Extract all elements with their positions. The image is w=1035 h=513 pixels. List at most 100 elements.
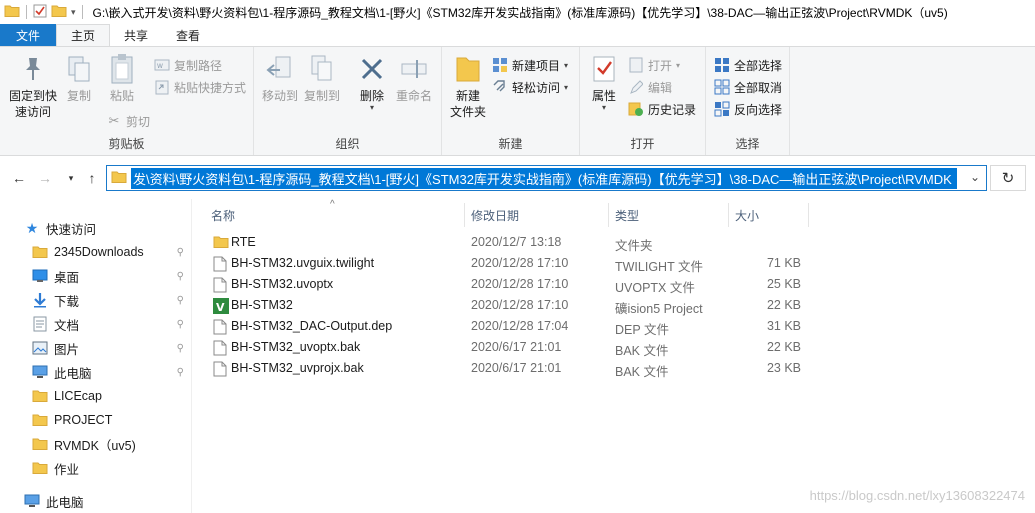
- nav-item-label: 图片: [54, 342, 80, 357]
- select-none-label: 全部取消: [734, 80, 783, 95]
- copy-path-button[interactable]: W 复制路径: [154, 55, 222, 75]
- chevron-down-icon: ▾: [676, 60, 681, 70]
- paste-shortcut-label: 粘贴快捷方式: [174, 80, 247, 95]
- invert-selection-button[interactable]: 反向选择: [714, 99, 782, 119]
- easy-access-button[interactable]: 轻松访问 ▾: [492, 77, 568, 97]
- paste-shortcut-button[interactable]: 粘贴快捷方式: [154, 77, 246, 97]
- file-row[interactable]: BH-STM32.uvoptx 2020/12/28 17:10 UVOPTX 文件…: [205, 275, 825, 296]
- tab-file[interactable]: 文件: [0, 24, 57, 46]
- forward-arrow-icon[interactable]: →: [36, 169, 54, 187]
- select-none-button[interactable]: 全部取消: [714, 77, 782, 97]
- navigation-pane: ★ 快速访问 2345Downloads ⚲ 桌面 ⚲ 下载 ⚲ 文档 ⚲ 图片 ⚲ 此电脑 ⚲ LIC…: [0, 199, 192, 513]
- clipboard-group-label: 剪贴板: [108, 137, 145, 151]
- nav-item-label: 桌面: [54, 270, 80, 285]
- chevron-down-icon[interactable]: ⌄: [970, 170, 980, 184]
- file-name: RTE: [231, 235, 256, 249]
- address-path[interactable]: 发\资料\野火资料包\1-程序源码_教程文档\1-[野火]《STM32库开发实战…: [131, 167, 957, 189]
- pin-quick-access-button[interactable]: 固定到快 速访问: [6, 53, 60, 120]
- select-group-label: 选择: [735, 137, 760, 151]
- pin-label: 固定到快 速访问: [8, 89, 57, 119]
- cut-button[interactable]: ✂ 剪切: [106, 111, 150, 131]
- chevron-down-icon[interactable]: ▾: [71, 7, 76, 18]
- file-size: 22 KB: [766, 340, 801, 354]
- nav-quick-access[interactable]: ★ 快速访问: [24, 216, 214, 240]
- tab-share[interactable]: 共享: [110, 24, 162, 46]
- history-button[interactable]: 历史记录: [628, 99, 696, 119]
- cut-label: 剪切: [126, 114, 151, 129]
- copy-to-label: 复制到: [303, 89, 340, 103]
- file-type: UVOPTX 文件: [615, 281, 695, 295]
- divider: [26, 5, 27, 19]
- nav-item-label: PROJECT: [54, 413, 113, 427]
- tab-home[interactable]: 主页: [56, 24, 111, 46]
- rename-button[interactable]: 重命名: [394, 53, 434, 104]
- chevron-down-icon: ▾: [369, 103, 374, 112]
- pin-icon[interactable]: ⚲: [177, 319, 184, 330]
- delete-button[interactable]: 删除 ▾: [354, 53, 390, 112]
- desktop-icon: [32, 268, 48, 284]
- chevron-down-icon: ▾: [564, 82, 569, 92]
- edit-icon: [628, 79, 644, 95]
- copy-to-button[interactable]: 复制到: [302, 53, 342, 104]
- pin-icon[interactable]: ⚲: [177, 343, 184, 354]
- nav-this-pc[interactable]: 此电脑: [24, 489, 214, 513]
- pin-icon[interactable]: ⚲: [177, 367, 184, 378]
- column-header-name[interactable]: 名称: [205, 203, 465, 227]
- picture-icon: [32, 340, 48, 356]
- column-header-size[interactable]: 大小: [729, 203, 809, 227]
- file-type: BAK 文件: [615, 344, 669, 358]
- svg-text:V: V: [216, 301, 225, 314]
- new-folder-button[interactable]: 新建 文件夹: [448, 53, 488, 120]
- file-name: BH-STM32: [231, 298, 293, 312]
- history-icon: [628, 101, 644, 117]
- select-all-label: 全部选择: [734, 58, 783, 73]
- edit-button[interactable]: 编辑: [628, 77, 672, 97]
- new-item-button[interactable]: 新建项目 ▾: [492, 55, 568, 75]
- properties-button[interactable]: 属性 ▾: [586, 53, 622, 112]
- folder-icon: [4, 4, 20, 21]
- refresh-icon[interactable]: ↻: [990, 165, 1026, 191]
- open-button[interactable]: 打开 ▾: [628, 55, 680, 75]
- file-row[interactable]: BH-STM32_uvoptx.bak 2020/6/17 21:01 BAK 文件…: [205, 338, 825, 359]
- nav-item-label: 下载: [54, 294, 80, 309]
- file-row[interactable]: BH-STM32_DAC-Output.dep 2020/12/28 17:04 D…: [205, 317, 825, 338]
- new-group-label: 新建: [498, 137, 523, 151]
- new-folder-quick-icon[interactable]: [51, 4, 67, 21]
- column-header-date[interactable]: 修改日期: [465, 203, 609, 227]
- column-header-type[interactable]: 类型: [609, 203, 729, 227]
- folder-icon: [32, 436, 48, 452]
- pin-icon[interactable]: ⚲: [177, 271, 184, 282]
- file-date: 2020/6/17 21:01: [471, 340, 562, 354]
- file-size: 31 KB: [766, 319, 801, 333]
- quick-access-toolbar: ▾: [0, 4, 85, 21]
- copy-button[interactable]: 复制: [62, 53, 96, 104]
- file-row[interactable]: RTE 2020/12/7 13:18 文件夹: [205, 233, 825, 254]
- folder-icon: [111, 170, 127, 187]
- select-group: 全部选择 全部取消 反向选择 选择: [706, 47, 790, 155]
- file-date: 2020/12/28 17:10: [471, 277, 569, 291]
- watermark: https://blog.csdn.net/lxy13608322474: [809, 488, 1025, 503]
- new-item-label: 新建项目: [512, 58, 561, 73]
- file-row[interactable]: BH-STM32.uvguix.twilight 2020/12/28 17:10…: [205, 254, 825, 275]
- file-row[interactable]: BH-STM32_uvprojx.bak 2020/6/17 21:01 BAK 文…: [205, 359, 825, 380]
- properties-label: 属性: [591, 89, 616, 103]
- back-arrow-icon[interactable]: ←: [10, 169, 28, 187]
- download-icon: [32, 292, 48, 308]
- properties-check-icon[interactable]: [33, 4, 47, 21]
- file-row[interactable]: V BH-STM32 2020/12/28 17:10 礦ision5 Project…: [205, 296, 825, 317]
- nav-item-label: 作业: [54, 462, 80, 477]
- address-bar[interactable]: 发\资料\野火资料包\1-程序源码_教程文档\1-[野火]《STM32库开发实战…: [106, 165, 987, 191]
- file-date: 2020/6/17 21:01: [471, 361, 562, 375]
- select-all-button[interactable]: 全部选择: [714, 55, 782, 75]
- copy-path-label: 复制路径: [174, 58, 223, 73]
- copy-label: 复制: [66, 89, 91, 103]
- move-to-button[interactable]: 移动到: [260, 53, 300, 104]
- tab-view[interactable]: 查看: [162, 24, 214, 46]
- paste-button[interactable]: 粘贴: [102, 53, 142, 104]
- recent-locations-chevron-icon[interactable]: ▾: [62, 169, 80, 187]
- pin-icon[interactable]: ⚲: [177, 295, 184, 306]
- pin-icon[interactable]: ⚲: [177, 247, 184, 258]
- file-date: 2020/12/28 17:04: [471, 319, 569, 333]
- up-arrow-icon[interactable]: ↑: [83, 169, 101, 187]
- new-item-icon: [492, 57, 508, 73]
